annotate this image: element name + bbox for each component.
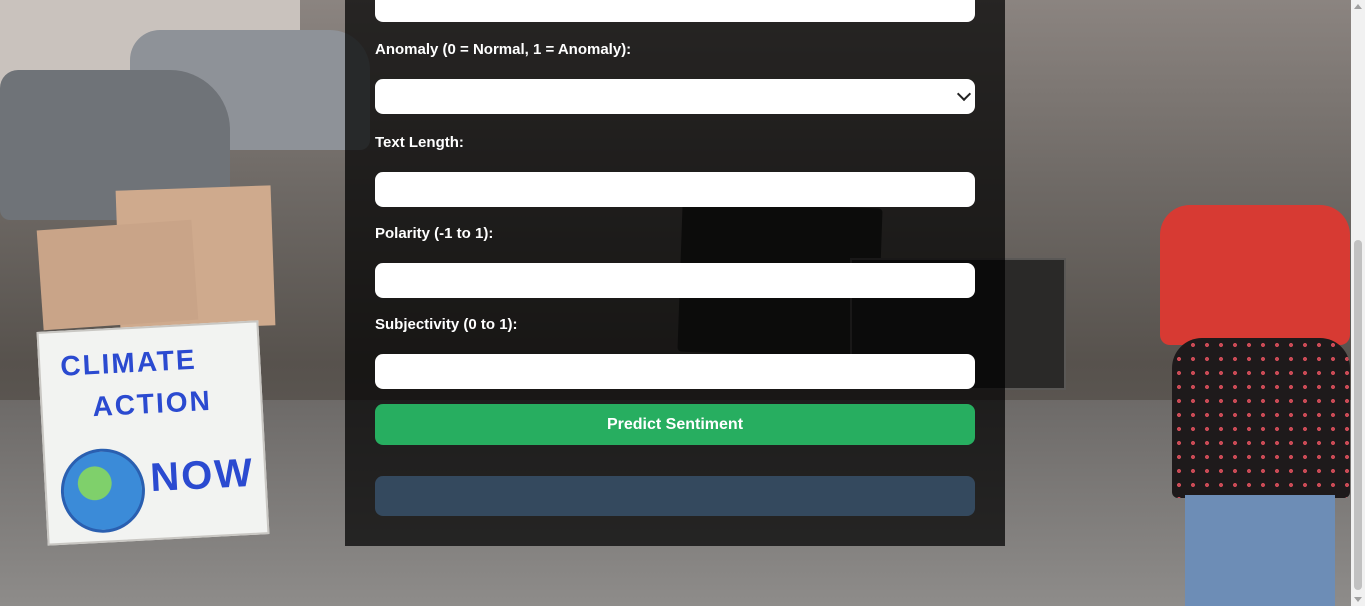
sign-text: CLIMATE [59, 343, 198, 382]
sign-text: ACTION [91, 384, 213, 423]
text-length-input[interactable] [375, 172, 975, 207]
result-box [375, 476, 975, 516]
subjectivity-label: Subjectivity (0 to 1): [375, 316, 518, 333]
red-sweater [1160, 205, 1350, 345]
scroll-up-icon[interactable] [1354, 4, 1362, 9]
chevron-down-icon [956, 86, 972, 102]
text-length-label: Text Length: [375, 134, 464, 151]
scrollbar-thumb[interactable] [1354, 240, 1362, 590]
protest-sign [36, 219, 199, 331]
top-input-field[interactable] [375, 0, 975, 22]
climate-sign: CLIMATE ACTION NOW [36, 320, 270, 546]
sign-text: NOW [149, 450, 256, 501]
predict-sentiment-button[interactable]: Predict Sentiment [375, 404, 975, 445]
polarity-label: Polarity (-1 to 1): [375, 225, 494, 242]
earth-icon [58, 446, 148, 535]
floral-shirt [1172, 338, 1350, 498]
anomaly-label: Anomaly (0 = Normal, 1 = Anomaly): [375, 41, 632, 58]
subjectivity-input[interactable] [375, 354, 975, 389]
jeans [1185, 495, 1335, 606]
scroll-down-icon[interactable] [1354, 597, 1362, 602]
polarity-input[interactable] [375, 263, 975, 298]
page-scrollbar[interactable] [1351, 0, 1365, 606]
anomaly-select[interactable] [375, 79, 975, 114]
